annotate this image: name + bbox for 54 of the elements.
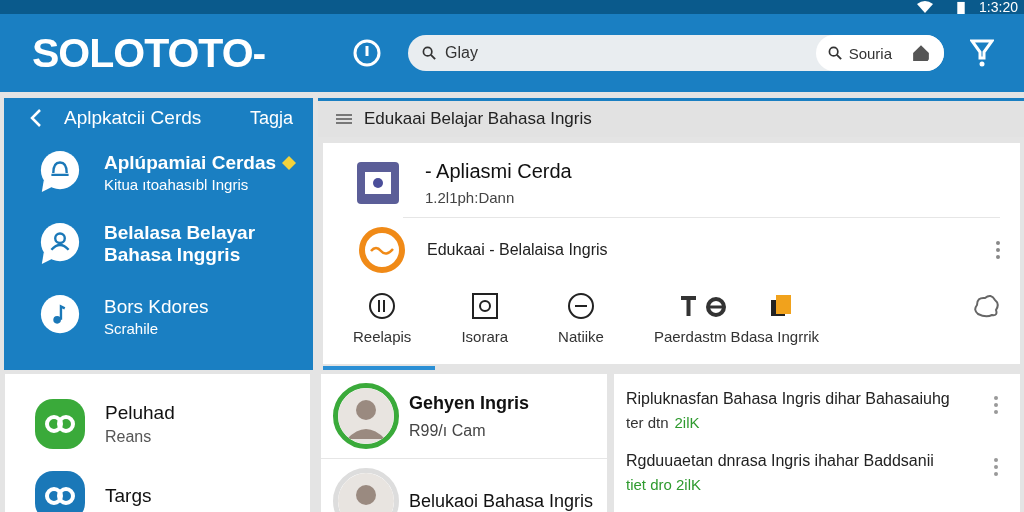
app-icon[interactable] <box>35 471 85 512</box>
sidebar-item-title[interactable]: Aplúpamiai Cerdas <box>104 151 277 174</box>
app-title[interactable]: Targs <box>105 485 152 507</box>
person-meta: R99/ı Cam <box>409 421 487 440</box>
sidebar-action-link[interactable]: Tagja <box>249 107 293 129</box>
battery-icon <box>957 0 966 14</box>
more-icon[interactable] <box>994 458 998 476</box>
app-subtitle: Reans <box>105 428 153 446</box>
circle-bars-icon[interactable] <box>368 292 397 320</box>
app-icon[interactable] <box>35 399 85 449</box>
search-icon <box>422 45 437 61</box>
app-square-icon <box>357 162 399 204</box>
search-icon <box>827 45 843 61</box>
person-chat-icon[interactable] <box>38 222 82 266</box>
post-meta: ter dtn <box>626 414 669 431</box>
search-button[interactable]: Souria <box>815 35 902 71</box>
sidebar-title: Aplpkatcii Cerds <box>64 107 203 129</box>
post-text[interactable]: Ripluknasfan Bahasa Ingris dihar Bahasaiuhg <box>626 390 994 408</box>
status-time: 1:3:20 <box>979 0 1018 15</box>
menu-icon[interactable] <box>336 113 352 125</box>
sidebar-item-title[interactable]: Bors Kdores <box>104 295 209 318</box>
search-field[interactable]: Glay Souria <box>408 35 944 71</box>
post-text[interactable]: Rgduuaetan dnrasa Ingris ihahar Baddsanii <box>626 452 994 470</box>
tab-label[interactable]: Isorara <box>461 328 509 345</box>
sidebar-item-subtitle: Kitua ıtoahasıbl Ingris <box>104 175 250 193</box>
book-icon[interactable] <box>770 294 793 318</box>
sidebar-item-subtitle: Scrahile <box>104 319 160 337</box>
tab-label[interactable]: Natiike <box>558 328 604 345</box>
app-logo: SOLOTOTO- <box>32 29 267 77</box>
card-subtitle: 1.2l1ph:Dann <box>425 189 516 206</box>
post-highlight: tiet dro 2ilK <box>626 476 702 493</box>
app-title[interactable]: Peluhad <box>105 402 175 424</box>
chat-bubble-icon[interactable] <box>38 150 82 194</box>
minus-circle-icon[interactable] <box>567 292 595 320</box>
wifi-icon <box>917 1 934 13</box>
person-name[interactable]: Belukaoi Bahasa Ingris <box>409 490 594 512</box>
more-icon[interactable] <box>996 241 1000 259</box>
app-name: Edukaai - Belalaisa Ingris <box>427 241 609 259</box>
tab-label[interactable]: Reelapis <box>353 328 412 345</box>
post-highlight: 2ilK <box>674 414 700 431</box>
bell-icon[interactable] <box>352 38 382 68</box>
more-icon[interactable] <box>994 396 998 414</box>
card-title: - Apliasmi Cerda <box>425 160 572 183</box>
back-icon[interactable] <box>30 108 42 128</box>
content-heading: Edukaai Belajar Bahasa Ingris <box>364 109 592 129</box>
wave-logo-icon <box>359 227 405 273</box>
sidebar-item-title[interactable]: Belalasa Belayar Bahasa Inggris <box>104 222 313 266</box>
person-name[interactable]: Gehyen Ingris <box>409 392 530 414</box>
cloud-icon[interactable] <box>972 292 1000 320</box>
person-avatar[interactable] <box>333 383 399 449</box>
home-icon[interactable] <box>902 35 944 71</box>
tab-label[interactable]: Paerdastm Bdasa Ingrrik <box>653 328 819 345</box>
filter-icon[interactable] <box>970 38 994 68</box>
square-icon[interactable] <box>470 292 499 320</box>
